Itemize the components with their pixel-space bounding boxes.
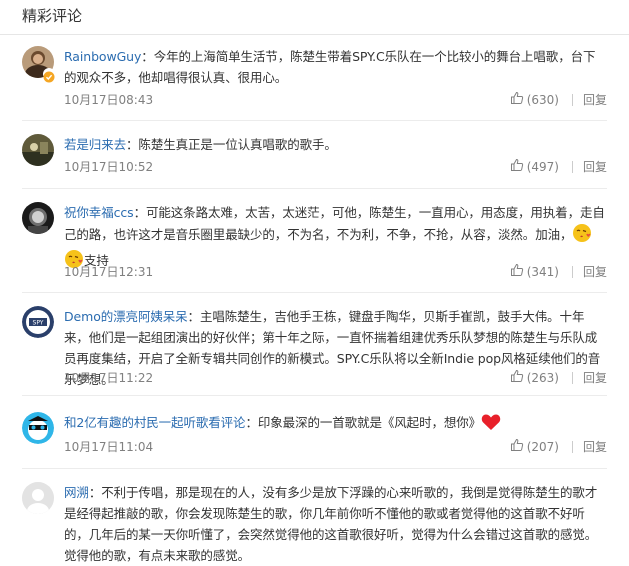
svg-text:SPY: SPY [33, 320, 44, 327]
username-link[interactable]: 若是归来去 [64, 137, 126, 152]
reply-button[interactable]: 回复 [583, 263, 607, 280]
thumbs-up-icon [510, 438, 527, 455]
like-count: (497) [526, 159, 559, 174]
like-count: (207) [526, 439, 559, 454]
divider [22, 468, 607, 469]
comment-time: 10月17日12:31 [64, 265, 154, 279]
avatar[interactable] [22, 482, 54, 514]
kiss-emoji-icon [572, 223, 592, 249]
comment-time: 10月17日10:52 [64, 160, 154, 174]
comment-time: 10月17日08:43 [64, 93, 154, 107]
comment-item: SPY Demo的漂亮阿姨呆呆：主唱陈楚生，吉他手王栋，键盘手陶华，贝斯手崔凯，… [0, 306, 629, 396]
avatar[interactable]: SPY [22, 306, 54, 338]
avatar[interactable] [22, 202, 54, 234]
comment-item: 网溯：不利于传唱，那是现在的人，没有多少是放下浮躁的心来听歌的，我倒是觉得陈楚生… [0, 482, 629, 563]
reply-button[interactable]: 回复 [583, 158, 607, 175]
verified-badge-icon [43, 68, 55, 83]
thumbs-up-icon [510, 369, 527, 386]
comment-text: 可能这条路太难，太苦，太迷茫，可他，陈楚生，一直用心，用态度，用执着，走自己的路… [64, 205, 605, 242]
like-button[interactable]: (341) [510, 263, 559, 280]
username-link[interactable]: 网溯 [64, 485, 89, 500]
username-link[interactable]: 和2亿有趣的村民一起听歌看评论 [64, 415, 246, 430]
username-link[interactable]: Demo的漂亮阿姨呆呆 [64, 309, 188, 324]
reply-button[interactable]: 回复 [583, 91, 607, 108]
like-button[interactable]: (263) [510, 369, 559, 386]
comment-item: RainbowGuy：今年的上海简单生活节，陈楚生带着SPY.C乐队在一个比较小… [0, 46, 629, 122]
avatar[interactable] [22, 134, 54, 166]
comment-text: 陈楚生真正是一位认真唱歌的歌手。 [138, 137, 337, 152]
heart-emoji-icon [481, 413, 501, 437]
section-title: 精彩评论 [22, 7, 83, 25]
comment-text: 印象最深的一首歌就是《风起时，想你》 [257, 415, 482, 430]
like-count: (263) [526, 370, 559, 385]
like-count: (341) [526, 264, 559, 279]
like-button[interactable]: (630) [510, 91, 559, 108]
divider [0, 34, 629, 35]
divider [571, 265, 573, 278]
comment-item: 祝你幸福ccs：可能这条路太难，太苦，太迷茫，可他，陈楚生，一直用心，用态度，用… [0, 202, 629, 294]
divider [571, 440, 573, 453]
comment-time: 10月17日11:22 [64, 371, 154, 385]
comment-text: 不利于传唱，那是现在的人，没有多少是放下浮躁的心来听歌的，我倒是觉得陈楚生的歌才… [64, 485, 598, 563]
thumbs-up-icon [510, 91, 527, 108]
divider [571, 371, 573, 384]
like-button[interactable]: (497) [510, 158, 559, 175]
comment-item: 和2亿有趣的村民一起听歌看评论：印象最深的一首歌就是《风起时，想你》 10月17… [0, 412, 629, 470]
divider [22, 120, 607, 121]
avatar[interactable] [22, 412, 54, 444]
thumbs-up-icon [510, 158, 527, 175]
reply-button[interactable]: 回复 [583, 438, 607, 455]
divider [22, 395, 607, 396]
comment-item: 若是归来去：陈楚生真正是一位认真唱歌的歌手。 10月17日10:52 (497)… [0, 134, 629, 190]
divider [22, 292, 607, 293]
like-count: (630) [526, 92, 559, 107]
username-link[interactable]: RainbowGuy [64, 49, 141, 64]
username-link[interactable]: 祝你幸福ccs [64, 205, 134, 220]
divider [571, 93, 573, 106]
comment-time: 10月17日11:04 [64, 440, 154, 454]
like-button[interactable]: (207) [510, 438, 559, 455]
divider [22, 188, 607, 189]
divider [571, 160, 573, 173]
reply-button[interactable]: 回复 [583, 369, 607, 386]
thumbs-up-icon [510, 263, 527, 280]
